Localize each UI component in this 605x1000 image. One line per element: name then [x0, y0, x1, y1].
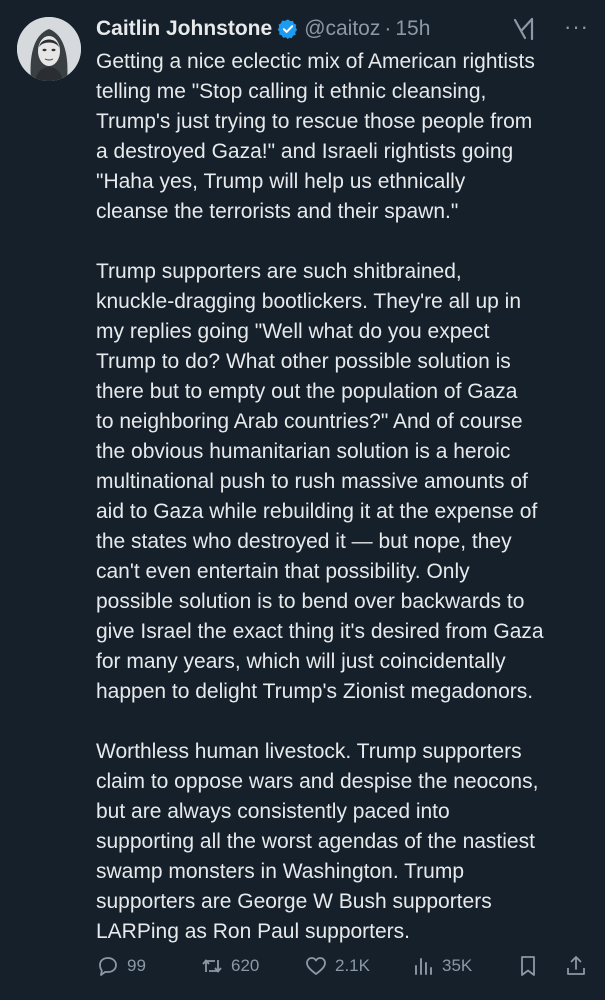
retweet-count: 620	[231, 956, 260, 975]
bookmark-button[interactable]	[516, 954, 547, 978]
views-icon	[415, 958, 432, 975]
more-icon[interactable]: ···	[564, 14, 589, 40]
verified-badge-icon	[277, 19, 298, 40]
reply-button[interactable]: 99	[96, 954, 146, 978]
separator-dot: ·	[384, 17, 392, 40]
share-icon	[567, 956, 585, 975]
tweet-text: Getting a nice eclectic mix of American …	[96, 47, 596, 947]
reply-icon	[99, 957, 117, 976]
like-count: 2.1K	[335, 956, 370, 975]
reply-count: 99	[127, 956, 146, 975]
timestamp[interactable]: 15h	[395, 17, 430, 41]
tweet-header: Caitlin Johnstone @caitoz · 15h ···	[96, 14, 589, 44]
author-handle[interactable]: @caitoz	[304, 17, 380, 41]
views-button[interactable]: 35K	[411, 954, 472, 978]
tweet-paragraph: Getting a nice eclectic mix of American …	[96, 50, 535, 223]
retweet-icon	[202, 959, 222, 973]
bookmark-icon	[521, 956, 535, 976]
share-button[interactable]	[564, 954, 595, 978]
action-bar: 99 620 2.1K 35K	[96, 950, 589, 982]
views-count: 35K	[442, 956, 473, 975]
grok-icon[interactable]	[511, 16, 537, 42]
avatar-image	[17, 17, 81, 81]
retweet-button[interactable]: 620	[200, 954, 259, 978]
tweet-paragraph: Trump supporters are such shitbrained, k…	[96, 260, 544, 703]
tweet-paragraph: Worthless human livestock. Trump support…	[96, 740, 539, 943]
avatar[interactable]	[17, 17, 81, 81]
like-button[interactable]: 2.1K	[304, 954, 370, 978]
author-name[interactable]: Caitlin Johnstone	[96, 17, 272, 41]
like-icon	[306, 957, 326, 975]
